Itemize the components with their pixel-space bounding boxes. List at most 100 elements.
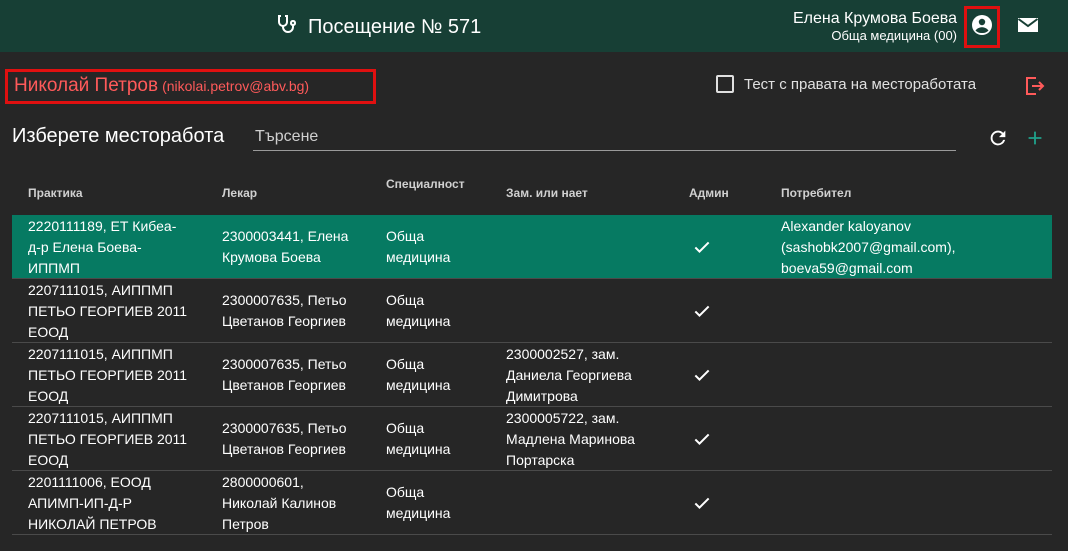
cell-substitute: 2300002527, зам. Даниела Георгиева Димитро…: [506, 344, 632, 407]
top-bar: Посещение № 571 Елена Крумова Боева Обща…: [0, 0, 1068, 52]
patient-name: Николай Петров: [14, 75, 159, 96]
mail-button[interactable]: [1016, 16, 1040, 38]
user-role: Обща медицина (00): [831, 28, 957, 43]
cell-doctor-line: Петров: [222, 516, 269, 532]
admin-check-icon: [692, 429, 712, 449]
cell-substitute-line: Портарска: [506, 452, 575, 468]
cell-doctor-line: 2300003441, Елена: [222, 228, 349, 244]
user-name: Елена Крумова Боева: [792, 10, 957, 27]
cell-practice: 2220111189, ЕТ Кибеа-д-р Елена Боева- ИПП…: [28, 216, 176, 279]
cell-practice-line: ЕООД: [28, 388, 69, 404]
column-header-doctor: Лекар: [222, 186, 258, 200]
cell-practice-line: 2207111015, АИППМП: [28, 282, 173, 298]
account-circle-icon: [970, 13, 994, 42]
cell-specialty-line: Обща: [386, 484, 425, 500]
add-button[interactable]: [1024, 127, 1046, 149]
cell-practice-line: ПЕТЬО ГЕОРГИЕВ 2011: [28, 431, 188, 447]
cell-substitute-line: Димитрова: [506, 388, 578, 404]
cell-substitute-line: 2300002527, зам.: [506, 346, 620, 362]
cell-specialty-line: Обща: [386, 420, 425, 436]
cell-practice-line: д-р Елена Боева-: [28, 239, 142, 255]
admin-check-icon: [692, 237, 712, 257]
logout-button[interactable]: [1022, 74, 1046, 98]
cell-doctor-line: 2300007635, Петьо: [222, 420, 347, 436]
cell-substitute: 2300005722, зам. Мадлена Маринова Портарск…: [506, 408, 635, 471]
cell-substitute-line: Мадлена Маринова: [506, 431, 635, 447]
cell-practice-line: НИКОЛАЙ ПЕТРОВ: [28, 516, 157, 532]
column-header-practice: Практика: [28, 186, 83, 200]
cell-practice-line: АПИМП-ИП-Д-Р: [28, 495, 132, 511]
cell-specialty: Обща медицина: [386, 290, 450, 332]
cell-specialty-line: Обща: [386, 356, 425, 372]
cell-practice: 2207111015, АИППМП ПЕТЬО ГЕОРГИЕВ 2011 ЕОО…: [28, 280, 187, 343]
table-row[interactable]: 2201111006, ЕООД АПИМП-ИП-Д-Р НИКОЛАЙ ПЕТР…: [12, 471, 1052, 535]
cell-doctor-line: Николай Калинов: [222, 495, 337, 511]
search-input[interactable]: [253, 126, 956, 148]
cell-substitute-line: 2300005722, зам.: [506, 410, 620, 426]
cell-user: Alexander kaloyanov (sashobk2007@gmail.co…: [781, 216, 956, 279]
cell-practice-line: 2207111015, АИППМП: [28, 410, 173, 426]
visit-title: Посещение № 571: [274, 14, 481, 40]
admin-check-icon: [692, 301, 712, 321]
cell-specialty-line: медицина: [386, 249, 451, 265]
cell-doctor-line: Крумова Боева: [222, 249, 321, 265]
cell-practice-line: ЕООД: [28, 324, 69, 340]
cell-doctor: 2300003441, Елена Крумова Боева: [222, 226, 348, 268]
refresh-button[interactable]: [987, 127, 1009, 149]
column-header-user: Потребител: [781, 186, 852, 200]
cell-specialty: Обща медицина: [386, 482, 450, 524]
table-row[interactable]: 2207111015, АИППМП ПЕТЬО ГЕОРГИЕВ 2011 ЕОО…: [12, 407, 1052, 471]
cell-practice-line: ПЕТЬО ГЕОРГИЕВ 2011: [28, 303, 188, 319]
cell-doctor: 2300007635, Петьо Цветанов Георгиев: [222, 418, 347, 460]
cell-practice-line: ЕООД: [28, 452, 69, 468]
cell-practice: 2201111006, ЕООД АПИМП-ИП-Д-Р НИКОЛАЙ ПЕТР…: [28, 472, 157, 535]
column-header-substitute: Зам. или нает: [506, 186, 588, 200]
cell-specialty-line: медицина: [386, 505, 451, 521]
cell-specialty-line: Обща: [386, 292, 425, 308]
cell-doctor-line: Цветанов Георгиев: [222, 313, 346, 329]
refresh-icon: [987, 130, 1009, 153]
cell-practice: 2207111015, АИППМП ПЕТЬО ГЕОРГИЕВ 2011 ЕОО…: [28, 344, 187, 407]
table-body: 2220111189, ЕТ Кибеа-д-р Елена Боева- ИПП…: [12, 215, 1052, 535]
test-rights-checkbox[interactable]: Тест с правата на месторабoтата: [716, 75, 976, 93]
cell-user-line: Alexander kaloyanov: [781, 218, 911, 234]
patient-info: Николай Петров (nikolai.petrov@abv.bg): [5, 69, 376, 104]
cell-doctor-line: Цветанов Георгиев: [222, 441, 346, 457]
cell-specialty: Обща медицина: [386, 354, 450, 396]
visit-title-text: Посещение № 571: [308, 15, 482, 38]
account-button[interactable]: [964, 6, 1000, 48]
cell-specialty-line: медицина: [386, 377, 451, 393]
column-header-admin: Админ: [689, 186, 729, 200]
cell-doctor: 2300007635, Петьо Цветанов Георгиев: [222, 354, 347, 396]
cell-doctor-line: 2800000601,: [222, 474, 304, 490]
cell-specialty: Обща медицина: [386, 418, 450, 460]
table-row[interactable]: 2220111189, ЕТ Кибеа-д-р Елена Боева- ИПП…: [12, 215, 1052, 279]
user-info: Елена Крумова Боева Обща медицина (00): [793, 10, 957, 43]
cell-substitute-line: Даниела Георгиева: [506, 367, 632, 383]
cell-practice-line: 2201111006, ЕООД: [28, 474, 151, 490]
table-header: Практика Лекар Специалност Зам. или нает…: [12, 170, 1052, 215]
cell-practice: 2207111015, АИППМП ПЕТЬО ГЕОРГИЕВ 2011 ЕОО…: [28, 408, 187, 471]
cell-specialty: Обща медицина: [386, 226, 450, 268]
table-row[interactable]: 2207111015, АИППМП ПЕТЬО ГЕОРГИЕВ 2011 ЕОО…: [12, 343, 1052, 407]
cell-practice-line: ИППМП: [28, 260, 80, 276]
admin-check-icon: [692, 493, 712, 513]
logout-icon: [1022, 77, 1046, 102]
cell-doctor-line: 2300007635, Петьо: [222, 356, 347, 372]
column-header-specialty: Специалност: [386, 177, 465, 191]
cell-practice-line: 2220111189, ЕТ Кибеа-: [28, 218, 177, 234]
plus-icon: [1024, 131, 1046, 153]
cell-specialty-line: медицина: [386, 313, 451, 329]
admin-check-icon: [692, 365, 712, 385]
checkbox-box[interactable]: [716, 75, 734, 93]
search-field[interactable]: [253, 126, 956, 151]
test-rights-label: Тест с правата на месторабoтата: [744, 75, 977, 93]
workplace-table: Практика Лекар Специалност Зам. или нает…: [12, 170, 1052, 535]
table-row[interactable]: 2207111015, АИППМП ПЕТЬО ГЕОРГИЕВ 2011 ЕОО…: [12, 279, 1052, 343]
patient-email: (nikolai.petrov@abv.bg): [162, 78, 310, 94]
cell-doctor-line: Цветанов Георгиев: [222, 377, 346, 393]
cell-doctor: 2800000601, Николай Калинов Петров: [222, 472, 336, 535]
cell-practice-line: 2207111015, АИППМП: [28, 346, 173, 362]
cell-specialty-line: медицина: [386, 441, 451, 457]
cell-doctor: 2300007635, Петьо Цветанов Георгиев: [222, 290, 347, 332]
